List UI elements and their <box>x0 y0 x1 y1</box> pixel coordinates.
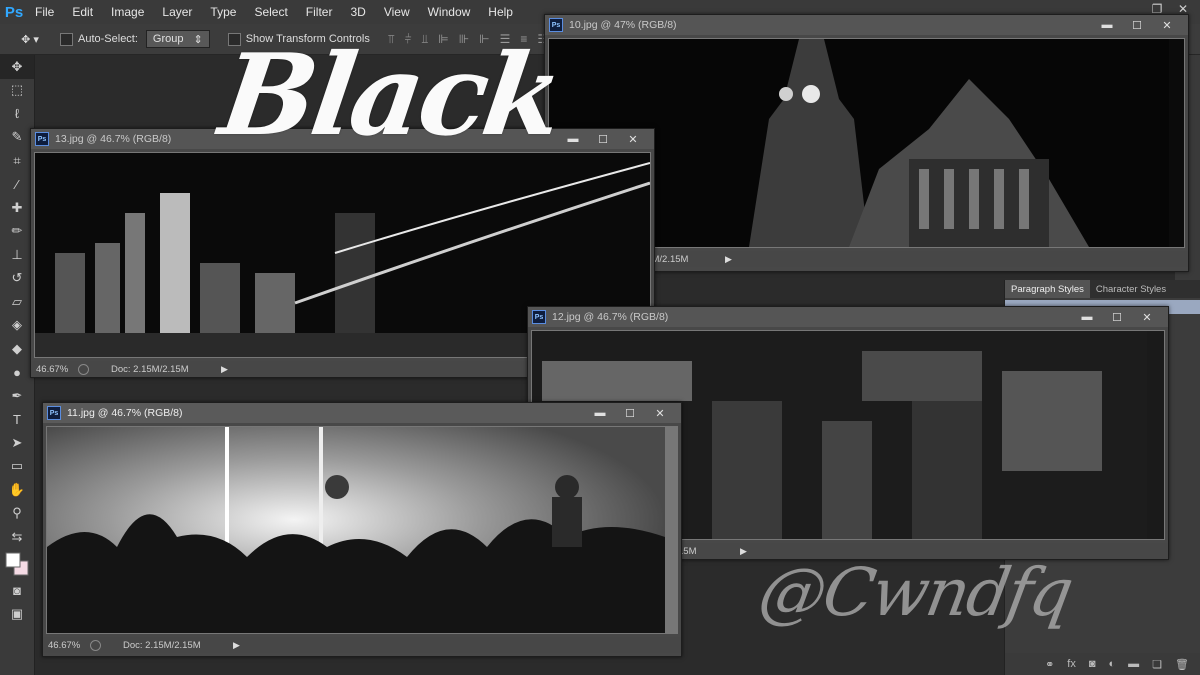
doc-size: 15M <box>678 545 697 557</box>
brush-tool-icon[interactable]: ✏ <box>0 220 34 244</box>
lasso-tool-icon[interactable]: ℓ <box>0 102 34 126</box>
menu-help[interactable]: Help <box>479 5 522 19</box>
eraser-tool-icon[interactable]: ▱ <box>0 290 34 314</box>
swap-colors-icon[interactable]: ⇆ <box>0 525 34 549</box>
menu-image[interactable]: Image <box>102 5 153 19</box>
document-title: 11.jpg @ 46.7% (RGB/8) <box>67 407 183 419</box>
document-statusbar: 46.67% Doc: 2.15M/2.15M ▶ <box>43 637 681 653</box>
doc-size: Doc: 2.15M/2.15M <box>123 639 201 651</box>
move-tool-preset-icon[interactable]: ✥ ▾ <box>12 33 48 46</box>
document-titlebar[interactable]: Ps 10.jpg @ 47% (RGB/8) ▬ ☐ ✕ <box>545 15 1188 35</box>
document-controls: ▬ ☐ ✕ <box>585 403 675 423</box>
document-title: 12.jpg @ 46.7% (RGB/8) <box>552 311 669 323</box>
quick-mask-icon[interactable]: ◙ <box>0 579 34 603</box>
quick-select-tool-icon[interactable]: ✎ <box>0 126 34 150</box>
maximize-icon[interactable]: ☐ <box>1122 15 1152 35</box>
fx-icon[interactable]: fx <box>1067 658 1076 670</box>
rectangle-tool-icon[interactable]: ▭ <box>0 455 34 479</box>
close-icon[interactable]: ✕ <box>618 129 648 149</box>
tab-character-styles[interactable]: Character Styles <box>1090 280 1172 298</box>
maximize-icon[interactable]: ☐ <box>588 129 618 149</box>
menu-filter[interactable]: Filter <box>297 5 342 19</box>
close-icon[interactable]: ✕ <box>1152 15 1182 35</box>
auto-select-dropdown[interactable]: Group ⇕ <box>145 30 210 48</box>
zoom-tool-icon[interactable]: ⚲ <box>0 502 34 526</box>
document-titlebar[interactable]: Ps 11.jpg @ 46.7% (RGB/8) ▬ ☐ ✕ <box>43 403 681 423</box>
auto-select-label: Auto-Select: <box>78 33 138 45</box>
tab-paragraph-styles[interactable]: Paragraph Styles <box>1005 280 1090 298</box>
screen-mode-icon[interactable]: ▣ <box>0 602 34 626</box>
history-brush-icon[interactable]: ↺ <box>0 267 34 291</box>
ps-file-icon: Ps <box>532 310 546 324</box>
document-controls: ▬ ☐ ✕ <box>558 129 648 149</box>
pen-tool-icon[interactable]: ✒ <box>0 384 34 408</box>
move-tool-icon[interactable]: ✥ <box>0 55 34 79</box>
ps-file-icon: Ps <box>35 132 49 146</box>
auto-select-option[interactable]: Auto-Select: Group ⇕ <box>60 30 210 48</box>
maximize-icon[interactable]: ☐ <box>615 403 645 423</box>
fg-bg-color-icon <box>5 552 29 575</box>
minimize-icon[interactable]: ▬ <box>1092 15 1122 35</box>
hand-tool-icon[interactable]: ✋ <box>0 478 34 502</box>
overlay-title: Black <box>212 30 567 161</box>
auto-select-value: Group <box>152 33 184 45</box>
doc-size: Doc: 2.15M/2.15M <box>111 363 189 375</box>
document-controls: ▬ ☐ ✕ <box>1092 15 1182 35</box>
zoom-level[interactable]: 46.67% <box>31 364 76 375</box>
marquee-tool-icon[interactable]: ⬚ <box>0 79 34 103</box>
layer-mask-icon[interactable]: ◙ <box>1089 658 1096 670</box>
new-layer-icon[interactable]: ❏ <box>1152 658 1162 671</box>
layers-panel-footer: ⚭ fx ◙ ◐ ▬ ❏ 🗑 <box>1005 653 1200 675</box>
ps-file-icon: Ps <box>47 406 61 420</box>
close-icon[interactable]: ✕ <box>645 403 675 423</box>
auto-select-checkbox[interactable] <box>60 32 73 46</box>
menu-3d[interactable]: 3D <box>341 5 374 19</box>
concert-crowd-photo <box>47 427 665 633</box>
link-layers-icon[interactable]: ⚭ <box>1045 658 1054 671</box>
minimize-icon[interactable]: ▬ <box>585 403 615 423</box>
status-menu-arrow-icon[interactable]: ▶ <box>740 546 747 557</box>
menu-layer[interactable]: Layer <box>153 5 201 19</box>
document-window-11[interactable]: Ps 11.jpg @ 46.7% (RGB/8) ▬ ☐ ✕ 46.67% D… <box>42 402 682 657</box>
menu-window[interactable]: Window <box>419 5 480 19</box>
close-icon[interactable]: ✕ <box>1132 307 1162 327</box>
maximize-icon[interactable]: ☐ <box>1102 307 1132 327</box>
panel-tabs: Paragraph Styles Character Styles <box>1005 280 1200 298</box>
stepper-icon: ⇕ <box>193 33 203 46</box>
status-icon <box>78 363 89 375</box>
document-title: 13.jpg @ 46.7% (RGB/8) <box>55 133 172 145</box>
type-tool-icon[interactable]: T <box>0 408 34 432</box>
menu-type[interactable]: Type <box>201 5 245 19</box>
zoom-level[interactable]: 46.67% <box>43 640 88 651</box>
document-controls: ▬ ☐ ✕ <box>1072 307 1162 327</box>
color-swatches[interactable] <box>0 549 34 579</box>
status-icon <box>90 639 101 651</box>
document-title: 10.jpg @ 47% (RGB/8) <box>569 19 677 31</box>
clone-stamp-icon[interactable]: ⊥ <box>0 243 34 267</box>
dodge-tool-icon[interactable]: ● <box>0 361 34 385</box>
paint-bucket-icon[interactable]: ◈ <box>0 314 34 338</box>
status-menu-arrow-icon[interactable]: ▶ <box>221 364 228 375</box>
minimize-icon[interactable]: ▬ <box>1072 307 1102 327</box>
menu-select[interactable]: Select <box>245 5 296 19</box>
healing-brush-icon[interactable]: ✚ <box>0 196 34 220</box>
trash-icon[interactable]: 🗑 <box>1175 658 1189 671</box>
eyedropper-tool-icon[interactable]: ⁄ <box>0 173 34 197</box>
menu-view[interactable]: View <box>375 5 419 19</box>
crop-tool-icon[interactable]: ⌗ <box>0 149 34 173</box>
minimize-icon[interactable]: ▬ <box>558 129 588 149</box>
status-menu-arrow-icon[interactable]: ▶ <box>233 640 240 651</box>
path-select-icon[interactable]: ➤ <box>0 431 34 455</box>
menu-edit[interactable]: Edit <box>63 5 102 19</box>
new-group-icon[interactable]: ▬ <box>1128 658 1139 670</box>
blur-tool-icon[interactable]: ◆ <box>0 337 34 361</box>
overlay-handle: @Cwndfq <box>753 554 1078 631</box>
photoshop-logo-icon: Ps <box>4 3 24 21</box>
adjustment-layer-icon[interactable]: ◐ <box>1109 658 1116 670</box>
status-menu-arrow-icon[interactable]: ▶ <box>725 254 732 265</box>
menu-file[interactable]: File <box>26 5 63 19</box>
document-image <box>46 426 678 634</box>
document-titlebar[interactable]: Ps 12.jpg @ 46.7% (RGB/8) ▬ ☐ ✕ <box>528 307 1168 327</box>
